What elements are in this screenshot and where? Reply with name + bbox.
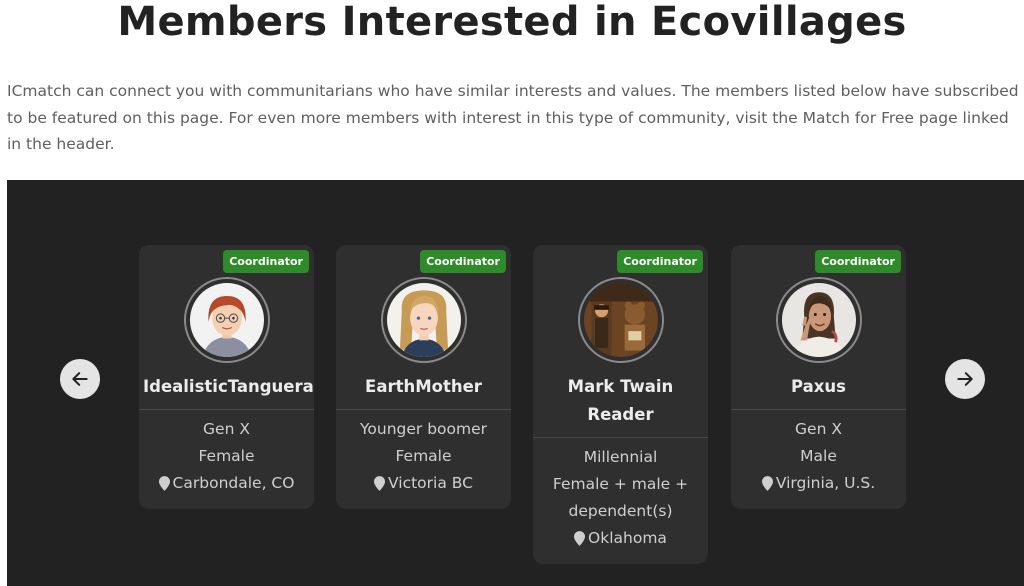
member-location: Oklahoma [533,525,708,552]
member-generation: Millennial [583,448,658,466]
avatar-image [583,283,658,357]
avatar [577,277,664,363]
member-card[interactable]: Coordinator EarthMother Younger boomer F… [336,245,511,509]
member-generation: Gen X [203,420,250,438]
member-name[interactable]: IdealisticTanguera [139,363,314,409]
carousel-next-button[interactable] [945,359,985,399]
coordinator-badge: Coordinator [223,250,309,273]
member-name[interactable]: Paxus [731,363,906,409]
intro-paragraph: ICmatch can connect you with communitari… [7,82,1019,153]
avatar [183,277,270,363]
coordinator-badge: Coordinator [617,250,703,273]
member-generation: Younger boomer [359,420,488,438]
avatar [775,277,862,363]
member-household: Female + male + dependent(s) [552,475,689,520]
location-pin-icon [374,476,386,491]
arrow-right-icon [957,372,973,386]
avatar [380,277,467,363]
card-divider [139,409,314,410]
coordinator-badge: Coordinator [420,250,506,273]
member-location: Carbondale, CO [139,470,314,497]
avatar-image [189,283,264,357]
card-divider [533,437,708,438]
member-generation: Gen X [795,420,842,438]
coordinator-badge: Coordinator [815,250,901,273]
member-location-text: Victoria BC [388,474,473,492]
carousel-prev-button[interactable] [60,359,100,399]
member-household: Female [395,447,452,465]
page-title: Members Interested in Ecovillages [117,0,907,45]
member-location: Victoria BC [336,470,511,497]
member-name[interactable]: Mark Twain Reader [533,363,708,437]
avatar-image [386,283,461,357]
members-carousel: Coordinator IdealisticTanguera Gen X Fem… [7,180,1024,586]
member-card[interactable]: Coordinator Mark Twain Reader Millennial… [533,245,708,564]
member-location-text: Carbondale, CO [172,474,295,492]
member-card[interactable]: Coordinator IdealisticTanguera Gen X Fem… [139,245,314,509]
member-household: Female [198,447,255,465]
member-household: Male [800,447,837,465]
avatar-image [781,283,856,357]
location-pin-icon [158,476,170,491]
card-divider [731,409,906,410]
member-name[interactable]: EarthMother [336,363,511,409]
member-location-text: Virginia, U.S. [775,474,876,492]
member-location-text: Oklahoma [588,529,667,547]
arrow-left-icon [72,372,88,386]
location-pin-icon [761,476,773,491]
card-divider [336,409,511,410]
member-location: Virginia, U.S. [731,470,906,497]
member-card[interactable]: Coordinator Paxus Gen X Male Virginia, U… [731,245,906,509]
location-pin-icon [574,531,586,546]
